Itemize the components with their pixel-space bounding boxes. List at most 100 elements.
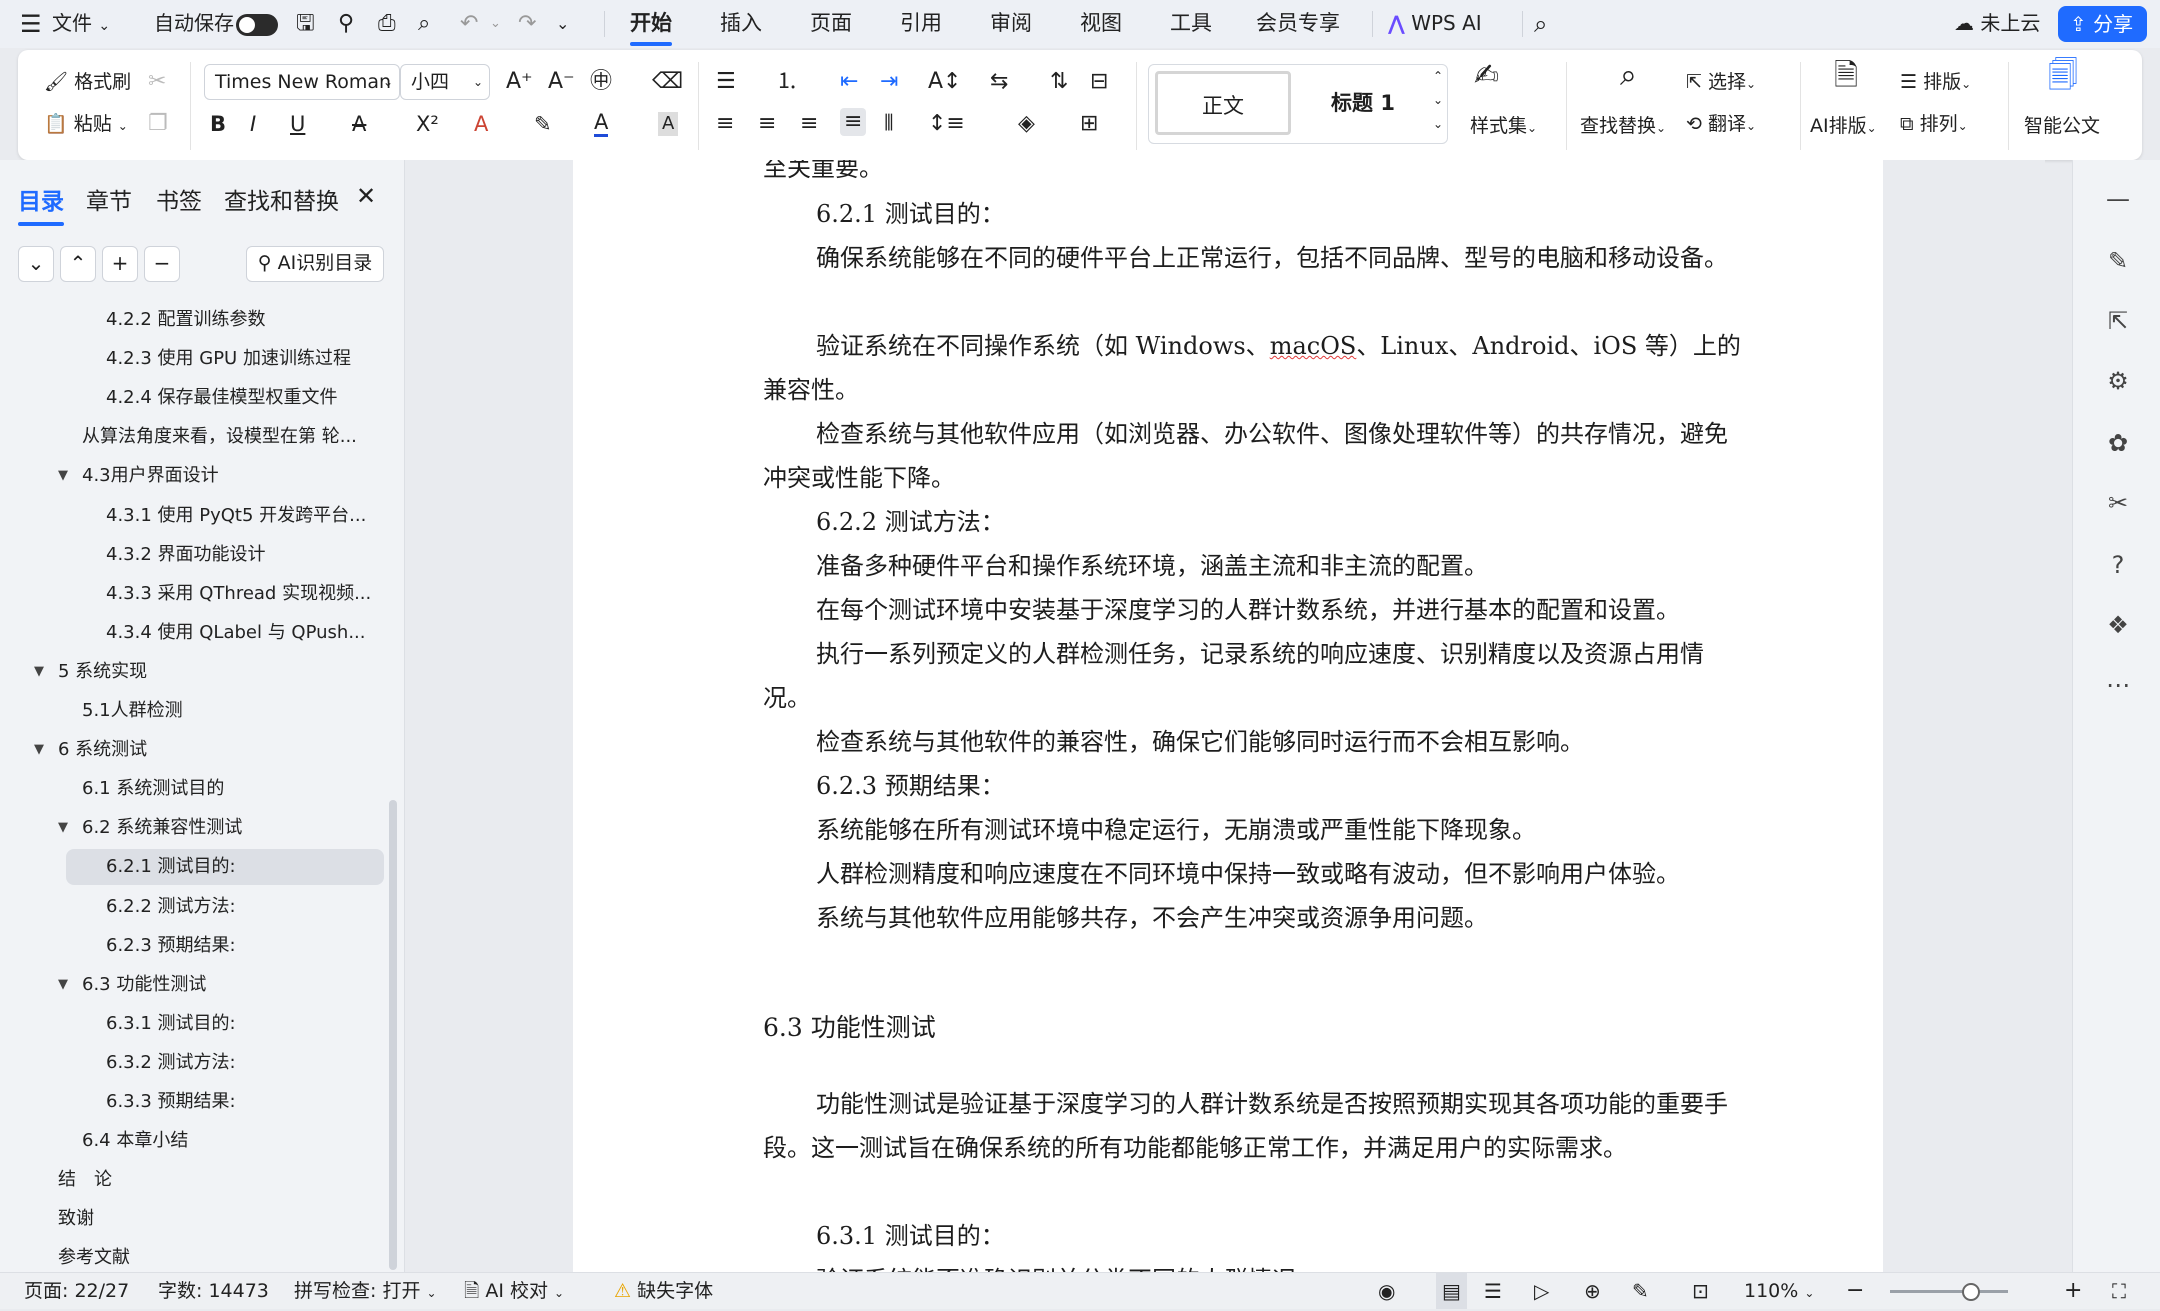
- style-set-icon[interactable]: ✍: [1474, 61, 1499, 91]
- line-spacing-icon[interactable]: ↕≡: [928, 110, 965, 138]
- help-icon[interactable]: ?: [2101, 548, 2135, 582]
- format-painter-button[interactable]: 🖌 格式刷: [44, 68, 131, 96]
- font-name-select[interactable]: Times New Roman ⌄: [204, 64, 400, 100]
- missing-font-button[interactable]: ⚠ 缺失字体: [614, 1273, 713, 1309]
- zoom-out-icon[interactable]: −: [1846, 1273, 1864, 1309]
- toc-item[interactable]: ▼ 6.2 系统兼容性测试: [0, 810, 384, 846]
- typeset-button[interactable]: ☰ 排版⌄: [1900, 68, 1971, 98]
- tab-tools[interactable]: 工具: [1170, 0, 1212, 48]
- cloud-status-button[interactable]: ☁ 未上云: [1954, 0, 2040, 48]
- tab-references[interactable]: 引用: [900, 0, 942, 48]
- toc-item[interactable]: 5.1人群检测: [0, 693, 384, 729]
- font-color-icon[interactable]: A: [594, 110, 609, 137]
- tab-find-replace[interactable]: 查找和替换: [224, 182, 339, 216]
- gallery-down-icon[interactable]: ⌄: [1433, 93, 1443, 107]
- toc-item[interactable]: ▼ 6.3 功能性测试: [0, 967, 384, 1003]
- toc-item[interactable]: 6.2.3 预期结果:: [0, 928, 384, 964]
- pen-icon[interactable]: ✎: [2101, 244, 2135, 278]
- toc-scrollbar[interactable]: [389, 800, 397, 1270]
- copy-icon[interactable]: ❐: [148, 110, 168, 138]
- fullscreen-icon[interactable]: ⛶: [2112, 1273, 2126, 1309]
- borders-icon[interactable]: ⊞: [1080, 110, 1098, 138]
- member-icon[interactable]: ❖: [2101, 608, 2135, 642]
- add-heading-icon[interactable]: +: [102, 246, 138, 282]
- toc-expand-caret-icon[interactable]: ▼: [34, 732, 44, 768]
- toc-item[interactable]: 6.3.1 测试目的:: [0, 1006, 384, 1042]
- style-set-button[interactable]: 样式集⌄: [1470, 112, 1537, 142]
- find-replace-button[interactable]: 查找替换⌄: [1580, 112, 1666, 142]
- print-icon[interactable]: ⎙: [378, 0, 396, 48]
- increase-font-icon[interactable]: A⁺: [506, 68, 533, 96]
- translate-button[interactable]: ⟲ 翻译⌄: [1686, 110, 1756, 140]
- zoom-slider-track[interactable]: [1890, 1290, 2008, 1293]
- tab-page[interactable]: 页面: [810, 0, 852, 48]
- toc-item[interactable]: 6.2.1 测试目的:: [66, 849, 384, 886]
- toc-item[interactable]: 4.3.2 界面功能设计: [0, 537, 384, 573]
- distributed-icon[interactable]: ⦀: [884, 110, 894, 138]
- search-icon[interactable]: ⌕: [1534, 0, 1547, 48]
- fit-page-icon[interactable]: ⊡: [1692, 1273, 1709, 1309]
- arrange-button[interactable]: ⧉ 排列⌄: [1900, 110, 1968, 140]
- word-count[interactable]: 字数: 14473: [158, 1273, 269, 1309]
- shading-icon[interactable]: ◈: [1018, 110, 1035, 138]
- spellcheck-status[interactable]: 拼写检查: 打开 ⌄: [294, 1273, 437, 1311]
- remove-heading-icon[interactable]: −: [144, 246, 180, 282]
- collapse-icon[interactable]: ⌄: [18, 246, 54, 282]
- toc-expand-caret-icon[interactable]: ▼: [34, 654, 44, 690]
- toc-expand-caret-icon[interactable]: ▼: [58, 458, 68, 494]
- phonetic-guide-icon[interactable]: ㊥: [590, 68, 612, 96]
- toc-item[interactable]: 6.2.2 测试方法:: [0, 889, 384, 925]
- tab-toc[interactable]: 目录: [18, 182, 64, 226]
- undo-dropdown-icon[interactable]: ⌄: [490, 0, 501, 48]
- underline-icon[interactable]: U: [290, 110, 305, 138]
- tab-review[interactable]: 审阅: [990, 0, 1032, 48]
- close-pane-icon[interactable]: ✕: [356, 182, 376, 210]
- paste-button[interactable]: 📋 粘贴 ⌄: [44, 110, 128, 140]
- toc-item[interactable]: 6.4 本章小结: [0, 1123, 384, 1159]
- ai-toc-button[interactable]: ⚲ AI识别目录: [246, 246, 384, 282]
- style-heading1[interactable]: 标题 1: [1299, 71, 1427, 135]
- toc-item[interactable]: 4.3.3 采用 QThread 实现视频...: [0, 576, 384, 612]
- toc-expand-caret-icon[interactable]: ▼: [58, 810, 68, 846]
- smart-doc-button[interactable]: 智能公文: [2024, 112, 2100, 140]
- toc-item[interactable]: 6.3.2 测试方法:: [0, 1045, 384, 1081]
- ai-assistant-icon[interactable]: ✿: [2101, 426, 2135, 460]
- tab-bookmarks[interactable]: 书签: [156, 182, 202, 216]
- font-size-select[interactable]: 小四 ⌄: [400, 64, 490, 100]
- toc-item[interactable]: ▼ 4.3用户界面设计: [0, 458, 384, 494]
- toc-item[interactable]: 结 论: [0, 1162, 384, 1198]
- document-page[interactable]: 至关重要。 6.2.1 测试目的： 确保系统能够在不同的硬件平台上正常运行，包括…: [573, 160, 1883, 1272]
- page-indicator[interactable]: 页面: 22/27: [24, 1273, 129, 1309]
- toc-item[interactable]: 4.2.4 保存最佳模型权重文件: [0, 380, 384, 416]
- expand-up-icon[interactable]: ⌃: [60, 246, 96, 282]
- print-preview-icon[interactable]: ⌕: [418, 0, 430, 48]
- clear-format-icon[interactable]: ⌫: [652, 68, 683, 96]
- minimize-panel-icon[interactable]: —: [2101, 182, 2135, 216]
- justify-icon[interactable]: ≡: [840, 108, 867, 136]
- undo-icon[interactable]: ↶: [460, 0, 478, 48]
- ai-layout-icon[interactable]: 🗎: [1834, 61, 1858, 91]
- toc-item[interactable]: 6.1 系统测试目的: [0, 771, 384, 807]
- link-icon[interactable]: ⚲: [338, 0, 354, 48]
- toc-item[interactable]: ▼ 6 系统测试: [0, 732, 384, 768]
- read-mode-icon[interactable]: ▷: [1534, 1273, 1549, 1309]
- autosave-toggle[interactable]: [236, 0, 278, 48]
- settings-sliders-icon[interactable]: ⚙: [2101, 364, 2135, 398]
- ai-layout-button[interactable]: AI排版⌄: [1810, 112, 1877, 142]
- web-view-icon[interactable]: ⊕: [1584, 1273, 1601, 1309]
- numbered-list-icon[interactable]: ⒈: [776, 68, 798, 96]
- text-direction-icon[interactable]: A↕: [928, 68, 961, 96]
- toc-item[interactable]: ▼ 5 系统实现: [0, 654, 384, 690]
- decrease-font-icon[interactable]: A⁻: [548, 68, 575, 96]
- more-quick-access-icon[interactable]: ⌄: [556, 0, 569, 48]
- smart-doc-icon[interactable]: 🗐: [2048, 61, 2078, 91]
- tab-membership[interactable]: 会员专享: [1256, 0, 1340, 48]
- strikethrough-icon[interactable]: A: [352, 110, 366, 138]
- align-right-icon[interactable]: ≡: [800, 110, 818, 138]
- toc-item[interactable]: 4.2.2 配置训练参数: [0, 302, 384, 338]
- tab-stop-icon[interactable]: ⊟: [1090, 68, 1108, 96]
- save-icon[interactable]: 🖫: [296, 0, 315, 48]
- wps-ai-button[interactable]: ⋀ WPS AI: [1388, 0, 1482, 48]
- tab-chapters[interactable]: 章节: [86, 182, 132, 216]
- toc-item[interactable]: 参考文献: [0, 1240, 384, 1276]
